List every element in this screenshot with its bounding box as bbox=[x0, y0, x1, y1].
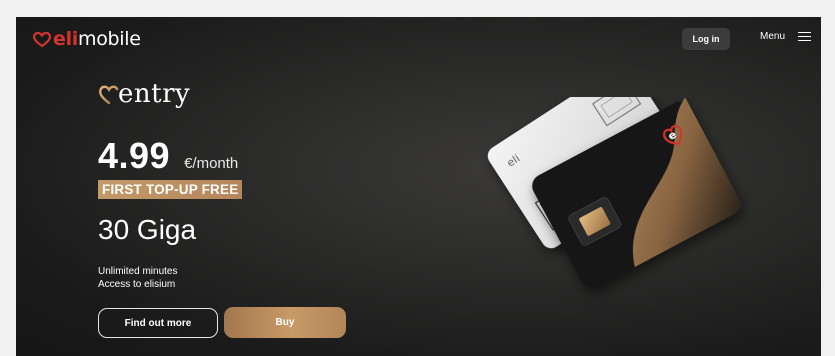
data-allowance: 30 Giga bbox=[98, 214, 197, 245]
promo-badge: FIRST TOP-UP FREE bbox=[98, 180, 243, 199]
brand-logo[interactable]: elimobile bbox=[32, 26, 141, 52]
plan-title: entry bbox=[98, 79, 190, 109]
plan-name: entry bbox=[118, 79, 191, 109]
buy-button[interactable]: Buy bbox=[224, 307, 346, 338]
hero-banner: elimobile Log in Menu entry 4.99 €/month… bbox=[16, 17, 821, 356]
price-amount: 4.99 bbox=[98, 135, 171, 176]
heart-logo-icon bbox=[32, 31, 52, 48]
price-unit: €/month bbox=[184, 155, 239, 172]
hamburger-icon bbox=[798, 31, 812, 42]
sim-cards-illustration: eli e bbox=[487, 97, 741, 289]
feature-item: Access to elisium bbox=[98, 279, 176, 290]
features-list: Unlimited minutes Access to elisium bbox=[98, 265, 177, 291]
menu-button[interactable]: Menu bbox=[760, 31, 812, 42]
login-button[interactable]: Log in bbox=[682, 28, 730, 50]
gold-heart-icon bbox=[99, 85, 119, 105]
feature-item: Unlimited minutes bbox=[98, 266, 178, 277]
find-out-more-button[interactable]: Find out more bbox=[98, 308, 218, 338]
price: 4.99 €/month bbox=[98, 135, 238, 177]
menu-label: Menu bbox=[760, 31, 786, 42]
brand-name: elimobile bbox=[53, 28, 141, 50]
